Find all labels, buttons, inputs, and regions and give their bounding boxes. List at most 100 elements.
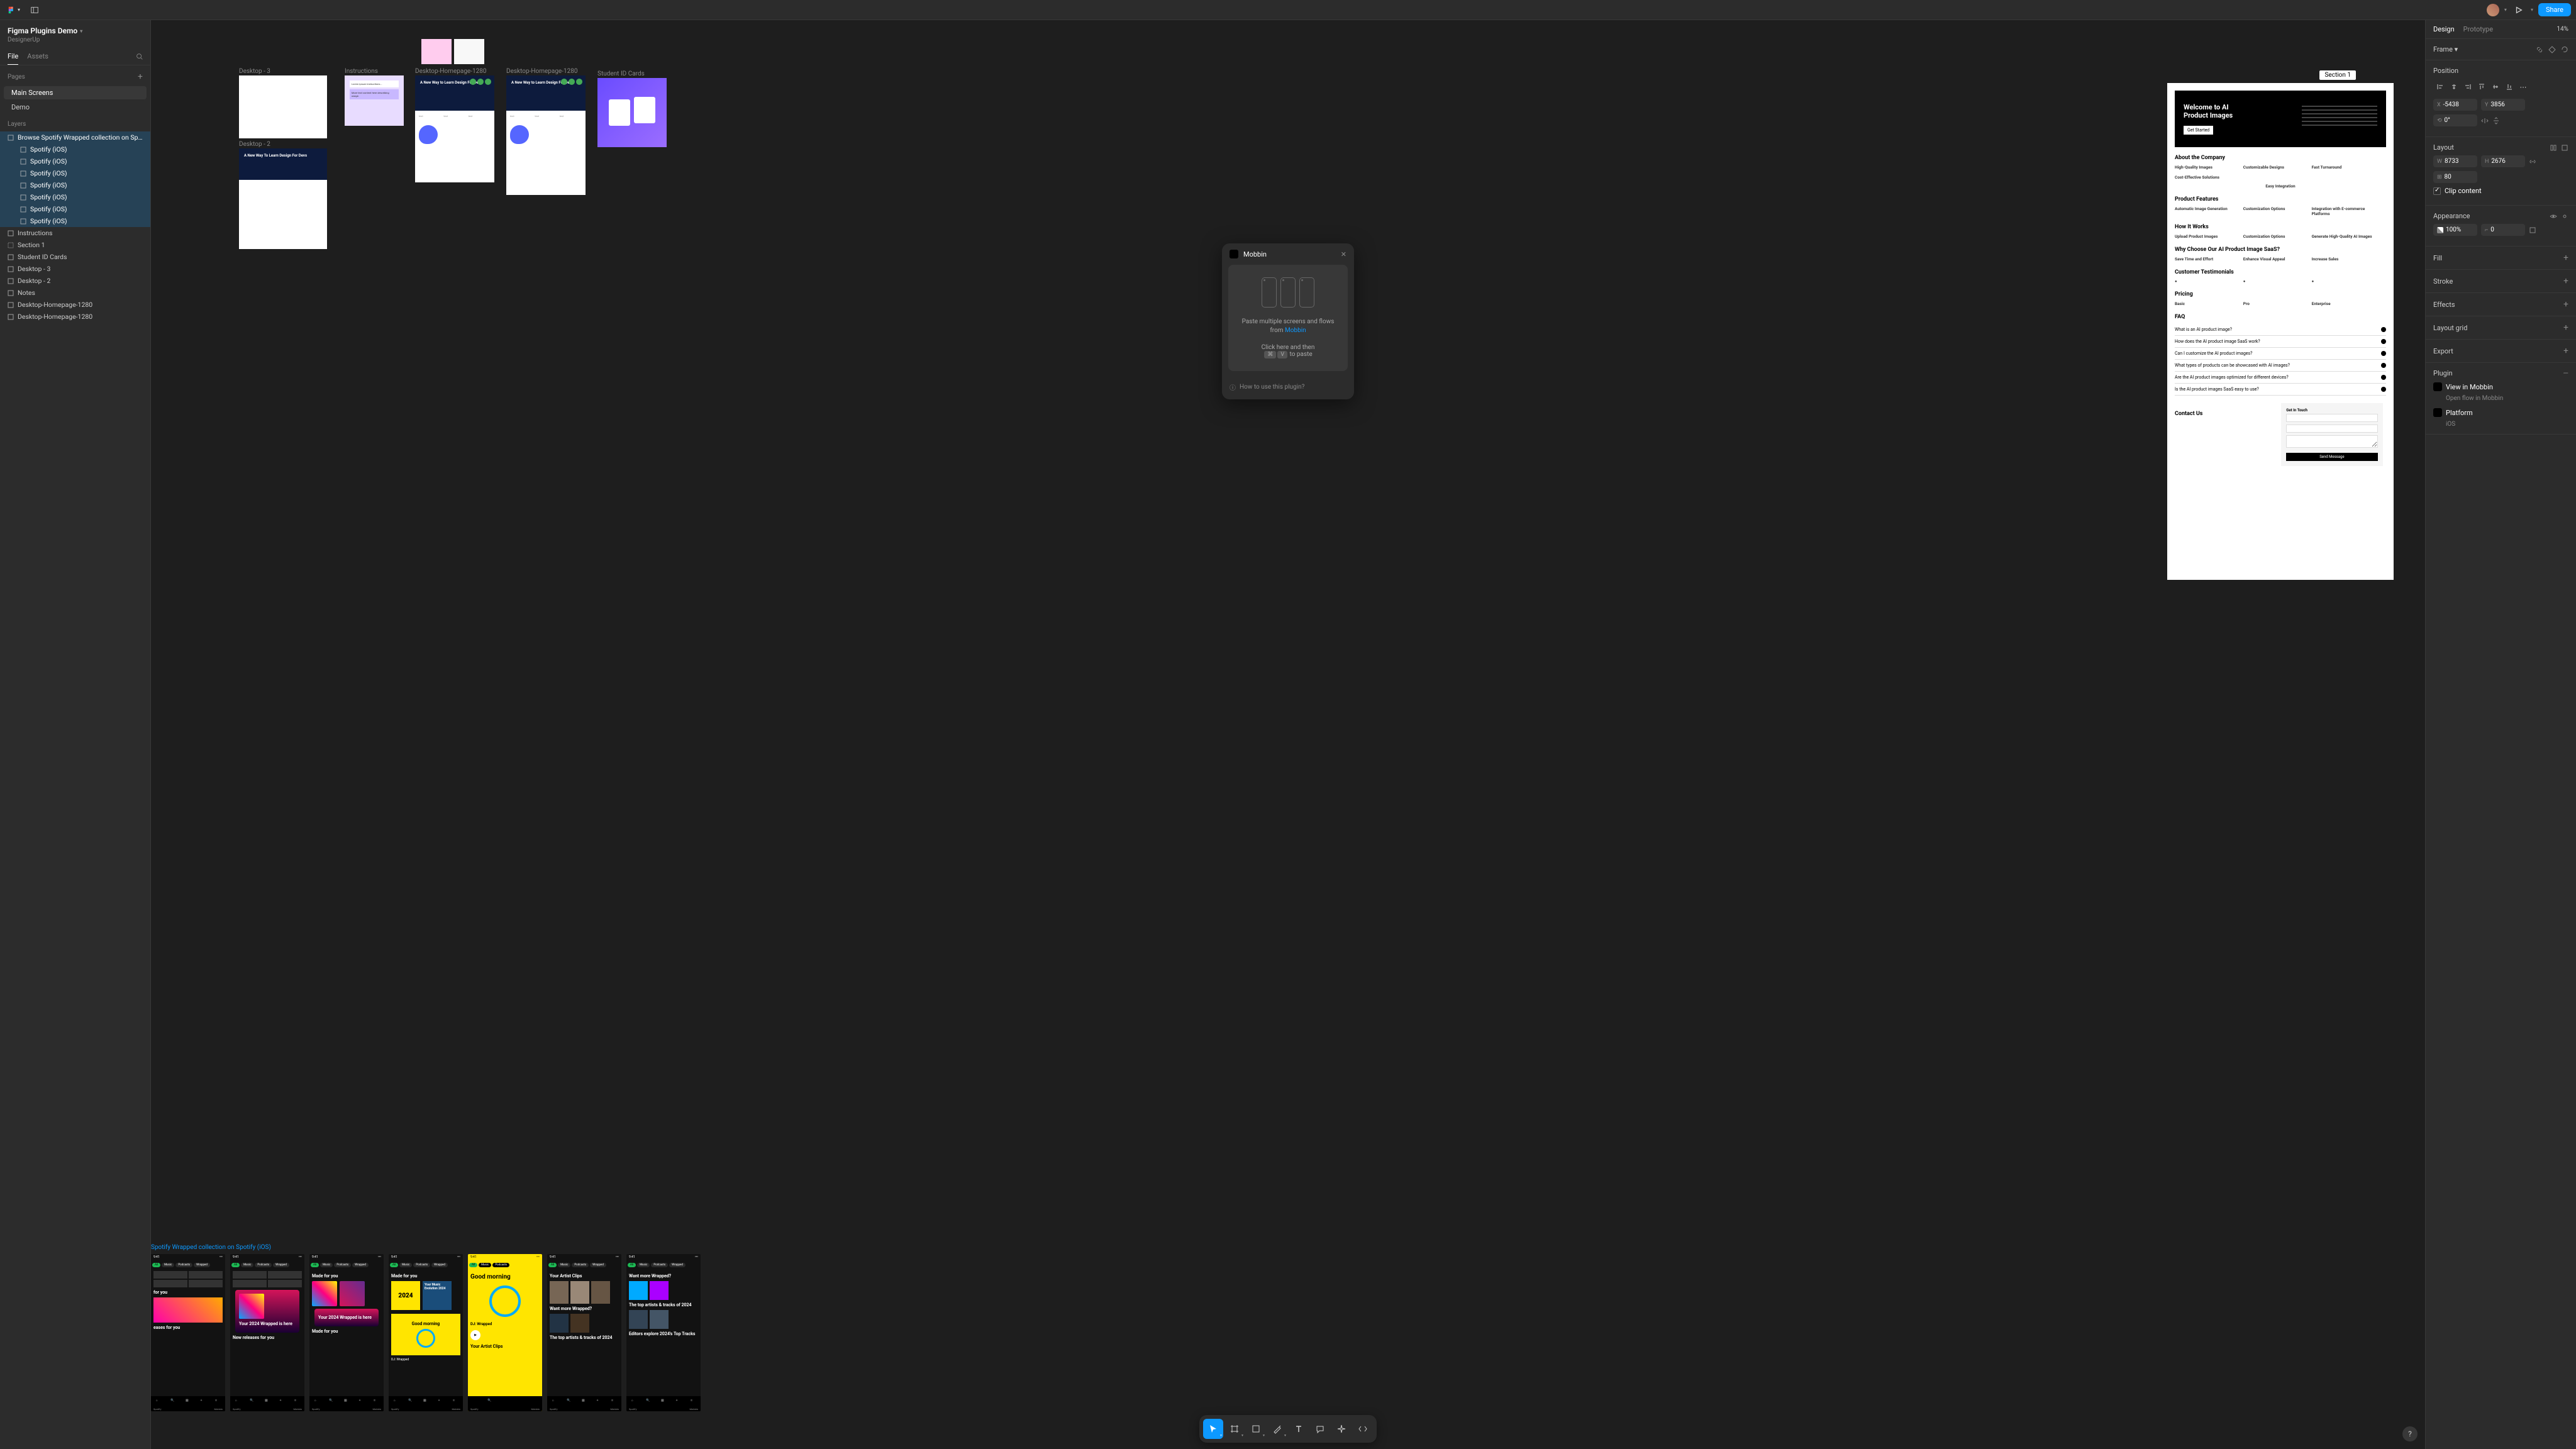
- canvas[interactable]: Desktop - 3 Desktop - 2 A New Way To Lea…: [151, 20, 2425, 1449]
- width-input[interactable]: W8733: [2433, 155, 2477, 167]
- align-more-button[interactable]: ⋯: [2516, 80, 2530, 94]
- layer-desktop3[interactable]: Desktop - 3: [0, 263, 150, 275]
- spotify-card-6[interactable]: 9:41••• AllMusicPodcastsWrapped Your Art…: [547, 1254, 621, 1411]
- opacity-input[interactable]: 100%: [2433, 224, 2477, 236]
- team-name[interactable]: DesignerUp: [0, 36, 150, 48]
- flip-h-icon[interactable]: [2481, 117, 2489, 125]
- section1-label[interactable]: Section 1: [2319, 70, 2356, 80]
- layer-notes[interactable]: Notes: [0, 287, 150, 299]
- comment-tool[interactable]: [1310, 1419, 1330, 1439]
- artboard-label-dh1[interactable]: Desktop-Homepage-1280: [415, 68, 486, 75]
- artboard-dh1[interactable]: A New Way to Learn Design For Devs textt…: [415, 75, 494, 182]
- add-grid-button[interactable]: +: [2563, 323, 2568, 333]
- settings-icon[interactable]: [2561, 213, 2568, 220]
- y-input[interactable]: Y3856: [2481, 99, 2525, 111]
- layer-dh2[interactable]: Desktop-Homepage-1280: [0, 311, 150, 323]
- artboard-dh2[interactable]: A New Way to Learn Design For Devs textt…: [506, 75, 586, 195]
- present-button[interactable]: [2512, 3, 2526, 17]
- height-input[interactable]: H2676: [2481, 155, 2525, 167]
- zoom-level[interactable]: 14%: [2557, 21, 2568, 38]
- file-title[interactable]: Figma Plugins Demo ▾: [0, 20, 150, 36]
- page-item-main-screens[interactable]: Main Screens: [4, 86, 147, 99]
- x-input[interactable]: X-5438: [2433, 99, 2477, 111]
- layer-spotify-child[interactable]: Spotify (iOS): [0, 191, 150, 203]
- spotify-card-7[interactable]: 9:41••• AllMusicPodcastsWrapped Want mor…: [626, 1254, 701, 1411]
- tab-prototype[interactable]: Prototype: [2463, 20, 2493, 38]
- page-item-demo[interactable]: Demo: [4, 101, 147, 114]
- add-effect-button[interactable]: +: [2563, 299, 2568, 309]
- artboard-label-desktop2[interactable]: Desktop - 2: [239, 141, 270, 148]
- clip-checkbox[interactable]: [2433, 187, 2441, 195]
- frame-tool[interactable]: ▾: [1224, 1419, 1245, 1439]
- layer-instructions[interactable]: Instructions: [0, 227, 150, 239]
- frame-type-dropdown[interactable]: Frame ▾: [2433, 45, 2458, 53]
- layer-dh1[interactable]: Desktop-Homepage-1280: [0, 299, 150, 311]
- panel-toggle-button[interactable]: [28, 3, 42, 17]
- close-plugin-button[interactable]: ✕: [1341, 250, 1346, 258]
- visibility-icon[interactable]: [2550, 213, 2557, 220]
- artboard-label-desktop3[interactable]: Desktop - 3: [239, 68, 270, 75]
- layer-spotify-child[interactable]: Spotify (iOS): [0, 215, 150, 227]
- search-icon[interactable]: [135, 52, 144, 61]
- layer-spotify-child[interactable]: Spotify (iOS): [0, 179, 150, 191]
- autolayout-add-icon[interactable]: [2561, 144, 2568, 152]
- spotify-card-2[interactable]: 9:41••• AllMusicPodcastsWrapped Your 202…: [230, 1254, 304, 1411]
- layer-spotify-child[interactable]: Spotify (iOS): [0, 167, 150, 179]
- artboard-desktop2[interactable]: A New Way To Learn Design For Devs: [239, 148, 327, 249]
- plugin-dropzone[interactable]: Paste multiple screens and flows from Mo…: [1228, 265, 1348, 371]
- add-page-button[interactable]: +: [138, 72, 143, 82]
- artboard-label-idcards[interactable]: Student ID Cards: [597, 70, 645, 77]
- view-in-mobbin-link[interactable]: View in Mobbin: [2446, 383, 2493, 391]
- figma-menu-button[interactable]: ▾: [5, 3, 23, 17]
- tab-design[interactable]: Design: [2433, 20, 2455, 38]
- link-icon[interactable]: [2536, 46, 2543, 53]
- spotify-card-5[interactable]: 9:41••• AllMusicPodcasts Good morning DJ…: [468, 1254, 542, 1411]
- layer-desktop2[interactable]: Desktop - 2: [0, 275, 150, 287]
- reset-icon[interactable]: [2561, 46, 2568, 53]
- artboard-label-dh2[interactable]: Desktop-Homepage-1280: [506, 68, 577, 75]
- tab-assets[interactable]: Assets: [27, 48, 48, 65]
- rotation-input[interactable]: ⟲0°: [2433, 114, 2477, 126]
- spotify-card-3[interactable]: 9:41••• AllMusicPodcastsWrapped Made for…: [309, 1254, 384, 1411]
- gap-input[interactable]: ⊞80: [2433, 171, 2477, 183]
- constrain-icon[interactable]: [2529, 158, 2536, 165]
- align-top-button[interactable]: [2475, 80, 2489, 94]
- layer-spotify-group[interactable]: Browse Spotify Wrapped collection on Spo…: [0, 131, 150, 143]
- add-stroke-button[interactable]: +: [2563, 276, 2568, 286]
- add-export-button[interactable]: +: [2563, 346, 2568, 356]
- add-fill-button[interactable]: +: [2563, 253, 2568, 263]
- plugin-help-link[interactable]: How to use this plugin?: [1240, 384, 1304, 391]
- align-bottom-button[interactable]: [2502, 80, 2516, 94]
- artboard-idcards[interactable]: [597, 78, 667, 147]
- artboard-label-instructions[interactable]: Instructions: [345, 68, 378, 75]
- dev-mode-tool[interactable]: [1353, 1419, 1373, 1439]
- help-button[interactable]: ?: [2402, 1426, 2418, 1441]
- align-vcenter-button[interactable]: [2489, 80, 2502, 94]
- layer-spotify-child[interactable]: Spotify (iOS): [0, 203, 150, 215]
- text-tool[interactable]: [1289, 1419, 1309, 1439]
- share-button[interactable]: Share: [2538, 3, 2571, 16]
- component-icon[interactable]: [2548, 46, 2556, 53]
- artboard-desktop3[interactable]: [239, 75, 327, 138]
- layer-spotify-child[interactable]: Spotify (iOS): [0, 155, 150, 167]
- layer-idcards[interactable]: Student ID Cards: [0, 251, 150, 263]
- layer-spotify-child[interactable]: Spotify (iOS): [0, 143, 150, 155]
- tab-file[interactable]: File: [8, 48, 18, 65]
- align-left-button[interactable]: [2433, 80, 2447, 94]
- artboard-instructions[interactable]: Lorem ipsum instructions... More text co…: [345, 75, 404, 126]
- open-flow-link[interactable]: Open flow in Mobbin: [2446, 395, 2568, 402]
- layer-section1[interactable]: Section 1: [0, 239, 150, 251]
- mobbin-plugin-window[interactable]: Mobbin ✕ Paste multiple screens and flow…: [1222, 243, 1354, 399]
- autolayout-icon[interactable]: [2550, 144, 2557, 152]
- spotify-card-4[interactable]: 9:41••• AllMusicPodcastsWrapped Made for…: [389, 1254, 463, 1411]
- move-tool[interactable]: ▾: [1203, 1419, 1223, 1439]
- align-right-button[interactable]: [2461, 80, 2475, 94]
- pen-tool[interactable]: ▾: [1267, 1419, 1287, 1439]
- radius-detail-icon[interactable]: [2529, 226, 2536, 234]
- actions-tool[interactable]: [1331, 1419, 1352, 1439]
- shape-tool[interactable]: ▾: [1246, 1419, 1266, 1439]
- align-hcenter-button[interactable]: [2447, 80, 2461, 94]
- flip-v-icon[interactable]: [2492, 117, 2500, 125]
- spotify-group-label[interactable]: Spotify Wrapped collection on Spotify (i…: [151, 1244, 271, 1251]
- artboard-section1[interactable]: Welcome to AI Product Images Get Started…: [2167, 83, 2394, 580]
